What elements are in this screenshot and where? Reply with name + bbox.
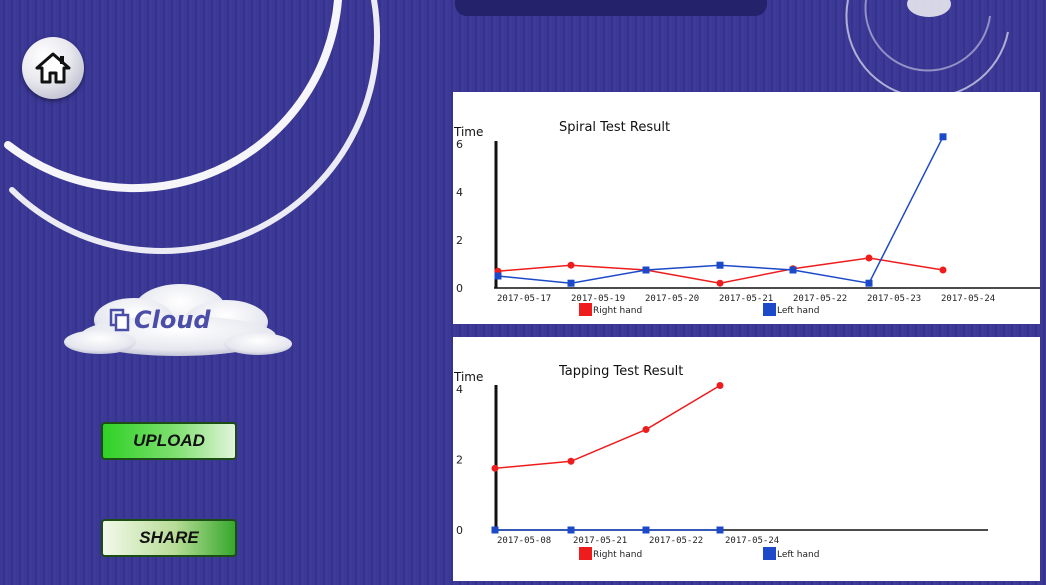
- data-point: [789, 266, 797, 274]
- data-point: [567, 526, 575, 534]
- legend-swatch: [763, 547, 776, 560]
- legend-swatch: [763, 303, 776, 316]
- chart-title: Spiral Test Result: [559, 120, 670, 135]
- data-point: [865, 254, 873, 262]
- tapping-chart: Tapping Test Result Time 0 2 4 2017-05-08 20…: [453, 364, 988, 560]
- y-axis-label: Time: [453, 125, 483, 139]
- data-point: [939, 133, 947, 141]
- series-line-left-hand: [497, 136, 944, 285]
- data-point: [491, 464, 499, 472]
- x-tick-label: 2017-05-20: [645, 294, 699, 304]
- x-tick-label: 2017-05-22: [793, 294, 847, 304]
- y-tick-label: 6: [456, 138, 463, 151]
- data-point: [716, 261, 724, 269]
- x-tick-label: 2017-05-19: [571, 294, 625, 304]
- home-button[interactable]: [22, 37, 84, 99]
- cloud-badge[interactable]: Cloud: [62, 278, 294, 362]
- data-point: [491, 526, 499, 534]
- share-button[interactable]: SHARE: [101, 519, 237, 557]
- legend-label: Left hand: [777, 306, 819, 316]
- legend-label: Right hand: [593, 306, 642, 316]
- data-point: [716, 526, 724, 534]
- x-tick-label: 2017-05-08: [497, 536, 551, 546]
- y-tick-label: 0: [456, 524, 463, 537]
- cloud-label: Cloud: [134, 306, 211, 334]
- x-tick-label: 2017-05-24: [725, 536, 779, 546]
- data-point: [642, 266, 650, 274]
- y-tick-label: 2: [456, 454, 463, 467]
- data-point: [716, 381, 724, 389]
- upload-label: UPLOAD: [133, 431, 205, 450]
- tapping-chart-panel: Tapping Test Result Time 0 2 4 2017-05-08 20…: [453, 337, 1040, 581]
- data-point: [642, 526, 650, 534]
- legend-swatch: [579, 303, 592, 316]
- data-point: [939, 266, 947, 274]
- data-point: [567, 279, 575, 287]
- y-tick-label: 0: [456, 282, 463, 295]
- x-tick-label: 2017-05-17: [497, 294, 551, 304]
- share-label: SHARE: [139, 528, 199, 547]
- chart-title: Tapping Test Result: [558, 364, 683, 379]
- x-tick-label: 2017-05-23: [867, 294, 921, 304]
- data-point: [567, 457, 575, 465]
- spiral-chart: Spiral Test Result Time 0 2 4 6 2017-05-17 20…: [453, 120, 1040, 316]
- legend-label: Left hand: [777, 550, 819, 560]
- x-tick-label: 2017-05-22: [649, 536, 703, 546]
- copy-icon: [109, 308, 130, 332]
- y-axis-label: Time: [453, 370, 483, 384]
- spiral-chart-panel: Spiral Test Result Time 0 2 4 6 2017-05-17 20…: [453, 92, 1040, 324]
- y-tick-label: 4: [456, 383, 463, 396]
- top-bar: [455, 0, 767, 16]
- series-line-right-hand: [494, 384, 721, 470]
- x-tick-label: 2017-05-21: [719, 294, 773, 304]
- x-tick-label: 2017-05-24: [941, 294, 995, 304]
- data-point: [865, 279, 873, 287]
- data-point: [494, 272, 502, 280]
- legend-swatch: [579, 547, 592, 560]
- y-tick-label: 2: [456, 234, 463, 247]
- upload-button[interactable]: UPLOAD: [101, 422, 237, 460]
- data-point: [716, 279, 724, 287]
- x-tick-label: 2017-05-21: [573, 536, 627, 546]
- y-tick-label: 4: [456, 186, 463, 199]
- data-point: [567, 261, 575, 269]
- home-icon: [35, 52, 71, 84]
- data-point: [642, 426, 650, 434]
- legend-label: Right hand: [593, 550, 642, 560]
